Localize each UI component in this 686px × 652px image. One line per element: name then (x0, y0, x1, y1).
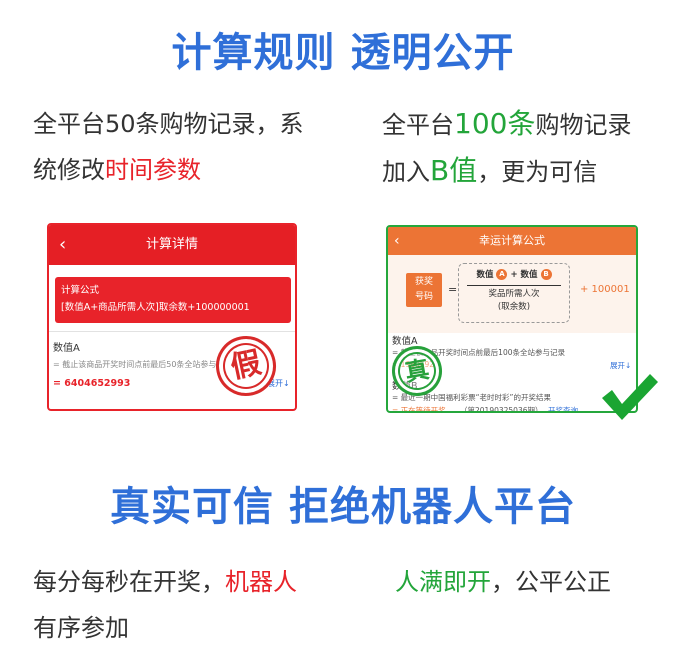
prize-number-box: 获奖 号码 (406, 273, 442, 307)
prize-label-1: 获奖 (414, 277, 433, 287)
fake-value-a-label: 数值A (53, 343, 80, 354)
left-point-line-2: 统修改时间参数 (33, 147, 333, 193)
fake-value-a-number: = 6404652993 (53, 378, 131, 389)
right-point-line-1: 全平台100条购物记录 (382, 101, 672, 148)
numerator-b-text: 数值 (520, 270, 538, 280)
bottom-right-text: 人满即开，公平公正 (395, 559, 675, 605)
fake-formula-label: 计算公式 (61, 285, 100, 296)
bottom-left-line-1: 每分每秒在开奖，机器人 (33, 559, 353, 605)
badge-b-icon: B (540, 269, 552, 280)
numerator-a-text: 数值 (476, 270, 494, 280)
real-card-header: ‹ 幸运计算公式 (388, 227, 636, 255)
denominator-text: 奖品所需人次 (488, 289, 540, 299)
denominator: 奖品所需人次 (取余数) (459, 288, 569, 314)
right-point-line-1-suffix: 购物记录 (535, 111, 632, 139)
fake-card-title: 计算详情 (145, 237, 198, 252)
right-point-line-2-suffix: ，更为可信 (477, 158, 598, 186)
left-point-line-2-prefix: 统修改 (33, 156, 105, 184)
checkmark-icon (602, 374, 658, 420)
plus-sign: + (510, 270, 518, 280)
prize-label-2: 号码 (414, 292, 433, 302)
right-point-line-1-prefix: 全平台 (382, 111, 454, 139)
right-point-highlight-100: 100条 (454, 107, 536, 140)
back-arrow-icon[interactable]: ‹ (59, 225, 66, 265)
left-point-highlight: 时间参数 (105, 156, 201, 184)
real-value-a-label: 数值A (392, 336, 418, 347)
right-point-line-2-prefix: 加入 (382, 158, 430, 186)
back-arrow-icon[interactable]: ‹ (394, 227, 400, 255)
fake-formula-text: [数值A+商品所需人次]取余数+100000001 (61, 302, 250, 313)
right-point-highlight-b: B值 (430, 154, 478, 187)
fraction-box: 数值 A + 数值 B 奖品所需人次 (取余数) (458, 263, 570, 323)
equals-sign: = (448, 283, 458, 296)
right-point-line-2: 加入B值，更为可信 (382, 148, 672, 195)
fake-value-a-desc: = 截止该商品开奖时间点前最后50条全站参与记 (53, 360, 225, 369)
left-point-line-1: 全平台50条购物记录，系 (33, 110, 304, 138)
fake-card-header: ‹ 计算详情 (49, 225, 295, 265)
bottom-right-highlight: 人满即开 (395, 568, 491, 596)
bottom-left-highlight: 机器人 (225, 568, 297, 596)
real-card-title: 幸运计算公式 (479, 234, 545, 247)
bottom-left-line-2: 有序参加 (33, 614, 129, 642)
lottery-query-link[interactable]: 开奖查询 (548, 405, 578, 411)
lottery-issue: （第20190325036期） (460, 406, 543, 413)
left-point-text: 全平台50条购物记录，系 统修改时间参数 (33, 101, 333, 193)
right-point-text: 全平台100条购物记录 加入B值，更为可信 (382, 101, 672, 195)
divider (49, 331, 295, 332)
numerator: 数值 A + 数值 B (459, 268, 569, 280)
fake-formula-box: 计算公式 [数值A+商品所需人次]取余数+100000001 (55, 277, 291, 323)
bottom-left-prefix: 每分每秒在开奖， (33, 568, 225, 596)
badge-a-icon: A (496, 269, 508, 280)
waiting-status: = 正在等待开奖 (392, 406, 446, 413)
constant-offset: + 100001 (580, 284, 630, 295)
headline-no-robots: 真实可信 拒绝机器人平台 (110, 484, 576, 530)
bottom-left-text: 每分每秒在开奖，机器人 有序参加 (33, 559, 353, 651)
headline-rules-transparent: 计算规则 透明公开 (171, 30, 515, 76)
remainder-text: (取余数) (497, 302, 531, 312)
bottom-right-suffix: ，公平公正 (491, 568, 611, 596)
fraction-line (467, 285, 561, 286)
